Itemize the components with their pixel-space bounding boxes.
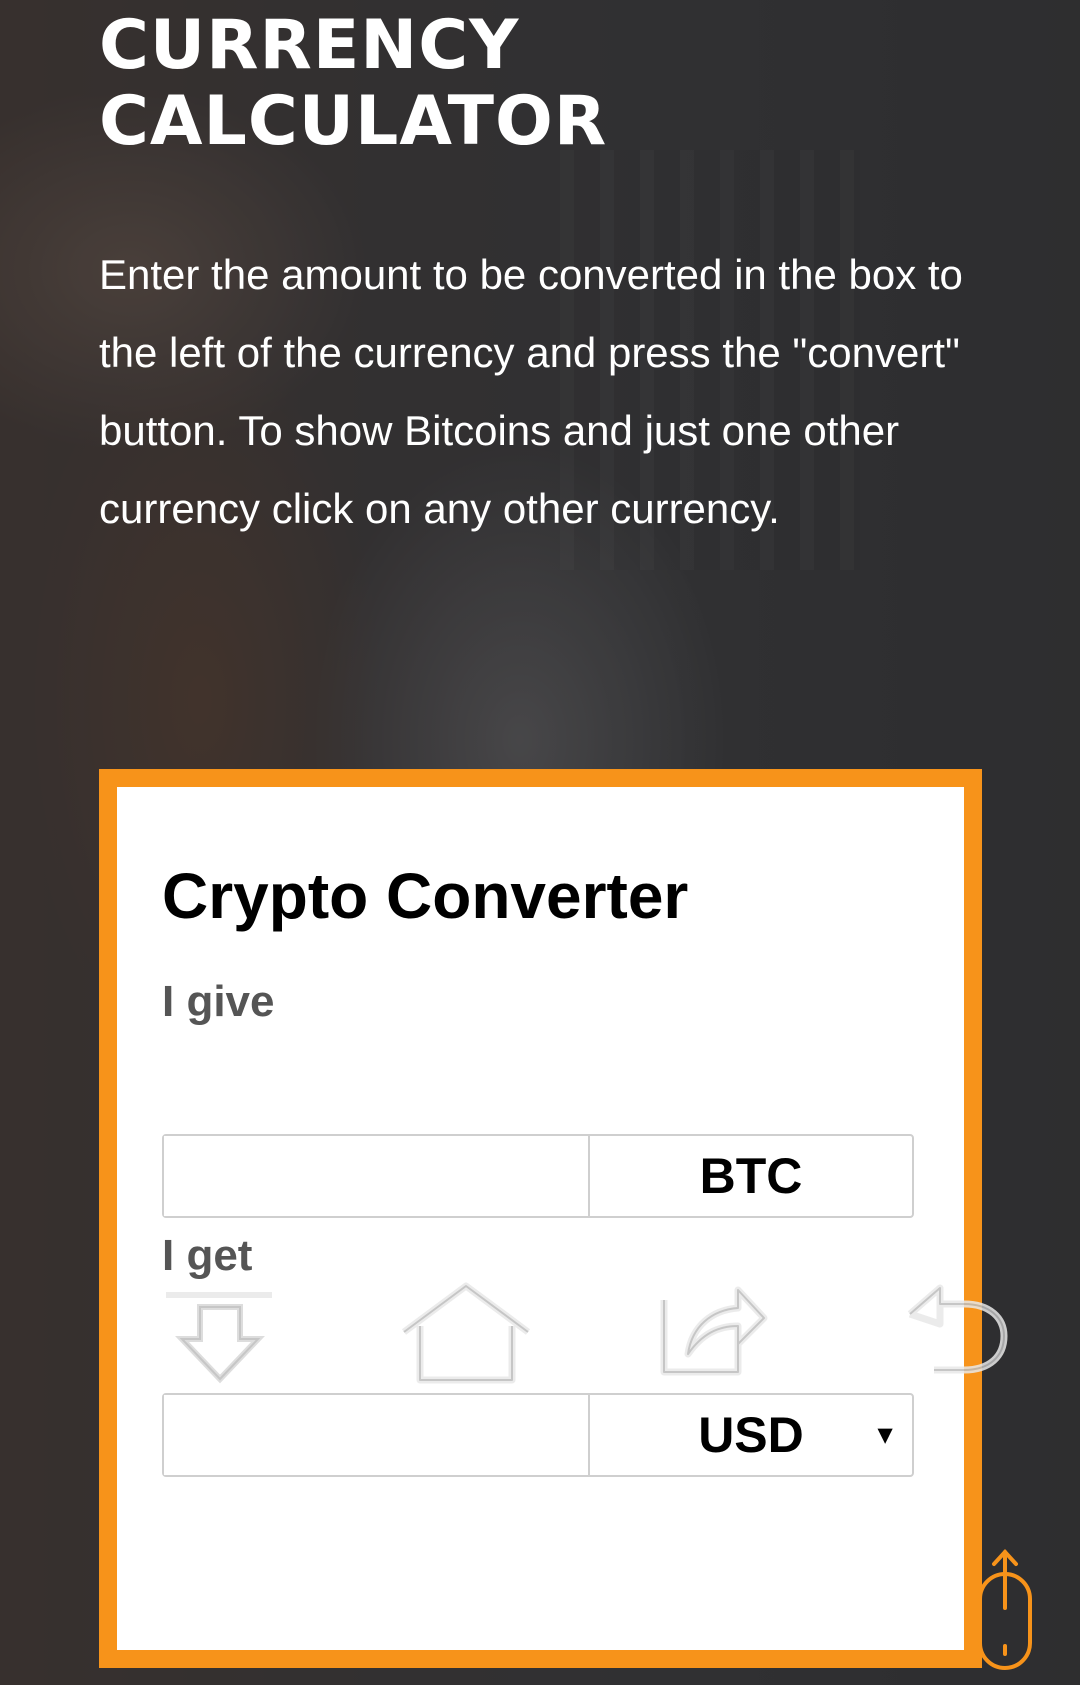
share-icon[interactable] [658,1278,768,1378]
page-description: Enter the amount to be converted in the … [99,251,963,532]
scroll-up-icon[interactable] [976,1548,1034,1672]
get-currency-select[interactable]: USD ▼ [590,1395,912,1475]
give-currency-label: BTC [699,1148,803,1204]
get-row: USD ▼ [162,1393,914,1477]
page-title-line1: CURRENCY [99,6,520,85]
give-label: I give [162,977,275,1026]
converter-title: Crypto Converter [162,860,689,932]
give-row: BTC [162,1134,914,1218]
get-currency-label: USD [698,1407,804,1463]
home-icon[interactable] [396,1280,536,1384]
get-label: I get [162,1231,253,1280]
crypto-converter-card: Crypto Converter I give BTC I get USD ▼ [99,769,982,1668]
page-title-line2: CALCULATOR [99,82,608,161]
chevron-down-icon: ▼ [872,1419,898,1450]
give-currency: BTC [590,1136,912,1216]
get-amount-input[interactable] [164,1395,590,1475]
page-title: CURRENCY CALCULATOR [99,8,607,160]
give-amount-input[interactable] [164,1136,590,1216]
back-icon[interactable] [904,1282,1010,1378]
download-icon[interactable] [160,1287,280,1387]
